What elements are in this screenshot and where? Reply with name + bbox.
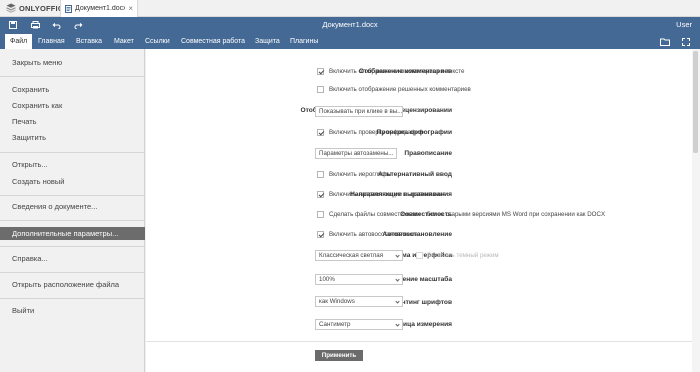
expand-icon[interactable] (680, 36, 692, 47)
font-hinting-select[interactable]: как Windows (315, 296, 403, 307)
file-menu-divider (0, 152, 145, 153)
header-bar: Документ1.docx User (0, 17, 700, 34)
file-menu-create-new[interactable]: Создать новый (0, 175, 145, 188)
comments-show-checkbox[interactable] (317, 68, 324, 75)
user-name[interactable]: User (676, 20, 692, 29)
file-menu-document-info[interactable]: Сведения о документе... (0, 200, 145, 213)
file-menu-advanced-settings[interactable]: Дополнительные параметры... (0, 227, 145, 240)
tab-references[interactable]: Ссылки (140, 34, 175, 49)
autorecover-text: Включить автовосстановление (329, 231, 418, 238)
file-menu-divider (0, 246, 145, 247)
file-menu-print[interactable]: Печать (0, 115, 145, 128)
file-menu-save-as[interactable]: Сохранить как (0, 99, 145, 112)
chevron-down-icon (395, 253, 400, 258)
file-menu-save[interactable]: Сохранить (0, 83, 145, 96)
review-display-value: Показывать при клике в вы... (319, 108, 403, 115)
alt-input-text: Включить иероглифы (329, 171, 391, 178)
comments-resolved-checkbox[interactable] (317, 86, 324, 93)
tab-collaboration[interactable]: Совместная работа (176, 34, 250, 49)
menu-bar: Файл Главная Вставка Макет Ссылки Совмес… (0, 34, 700, 49)
document-title: Документ1.docx (322, 20, 378, 29)
chevron-down-icon (395, 299, 400, 304)
file-menu-close[interactable]: Закрыть меню (0, 56, 145, 69)
file-menu-divider (0, 195, 145, 196)
comments-show-text: Включить отображение комментариев в текс… (329, 68, 465, 75)
tab-plugins[interactable]: Плагины (285, 34, 323, 49)
tab-protection[interactable]: Защита (250, 34, 285, 49)
file-menu-open[interactable]: Открыть... (0, 158, 145, 171)
spellcheck-checkbox[interactable] (317, 129, 324, 136)
ui-theme-value: Классическая светлая (319, 252, 384, 259)
document-tab-label: Документ1.docx* (75, 5, 126, 12)
dark-mode-checkbox[interactable] (416, 252, 423, 259)
autocorrect-options-button[interactable]: Параметры автозамены... (315, 148, 398, 159)
alignment-guides-checkbox[interactable] (317, 191, 324, 198)
alignment-guides-text: Включить направляющие выравнивания (329, 191, 446, 198)
compatibility-checkbox[interactable] (317, 211, 324, 218)
proofing-label: Правописание (404, 150, 452, 157)
alt-input-checkbox[interactable] (317, 171, 324, 178)
default-zoom-value: 100% (319, 276, 335, 283)
unit-select[interactable]: Сантиметр (315, 319, 403, 330)
scrollbar-thumb[interactable] (693, 51, 698, 153)
file-menu-protect[interactable]: Защитить (0, 131, 145, 144)
file-menu-exit[interactable]: Выйти (0, 304, 145, 317)
file-menu-help[interactable]: Справка... (0, 252, 145, 265)
open-location-icon[interactable] (659, 36, 671, 47)
tab-insert[interactable]: Вставка (71, 34, 107, 49)
file-menu: Закрыть меню Сохранить Сохранить как Печ… (0, 49, 145, 372)
footer-divider (146, 341, 692, 342)
file-menu-divider (0, 272, 145, 273)
title-tab-bar: ONLYOFFICE Документ1.docx* × (0, 0, 700, 17)
document-icon (65, 4, 72, 13)
compatibility-text: Сделать файлы совместимыми с более стары… (329, 211, 606, 218)
document-tab[interactable]: Документ1.docx* × (60, 0, 138, 17)
comments-resolved-text: Включить отображение решенных комментари… (329, 86, 471, 93)
default-zoom-select[interactable]: 100% (315, 274, 403, 285)
tab-file[interactable]: Файл (5, 34, 33, 49)
apply-button[interactable]: Применить (315, 350, 363, 361)
file-menu-divider (0, 76, 145, 77)
chevron-down-icon (395, 322, 400, 327)
app-window: ONLYOFFICE Документ1.docx* × Документ1.d… (0, 0, 700, 372)
file-menu-divider (0, 298, 145, 299)
ui-theme-select[interactable]: Классическая светлая (315, 250, 403, 261)
onlyoffice-logo-icon (6, 3, 16, 13)
file-menu-open-location[interactable]: Открыть расположение файла (0, 278, 145, 291)
autorecover-checkbox[interactable] (317, 231, 324, 238)
font-hinting-value: как Windows (319, 298, 355, 305)
advanced-settings-panel: Отображение комментариев Включить отобра… (146, 49, 692, 372)
review-display-select[interactable]: Показывать при клике в вы... (315, 106, 403, 117)
chevron-down-icon (395, 277, 400, 282)
tab-layout[interactable]: Макет (109, 34, 139, 49)
dark-mode-text: Включить темный режим (427, 252, 499, 259)
close-tab-icon[interactable]: × (128, 4, 133, 13)
file-menu-divider (0, 220, 145, 221)
spellcheck-text: Включить проверку орфографии (329, 129, 423, 136)
tab-home[interactable]: Главная (33, 34, 70, 49)
unit-value: Сантиметр (319, 321, 351, 328)
